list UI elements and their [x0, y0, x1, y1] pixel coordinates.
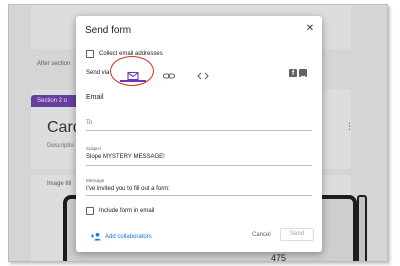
- collect-emails-row: Collect email addresses: [86, 49, 163, 58]
- twitter-icon[interactable]: [299, 69, 307, 80]
- link-icon: [162, 73, 176, 79]
- close-icon[interactable]: ✕: [305, 24, 315, 34]
- add-collaborators-label: Add collaborators: [105, 233, 152, 240]
- message-field[interactable]: Message I've invited you to fill out a f…: [86, 178, 312, 196]
- include-form-checkbox[interactable]: [86, 207, 94, 215]
- person-add-icon: [91, 232, 101, 241]
- subject-value: Slope MYSTERY MESSAGE!: [86, 154, 165, 160]
- message-label: Message: [86, 178, 105, 183]
- code-icon: [197, 72, 209, 80]
- message-value: I've invited you to fill out a form:: [86, 186, 170, 192]
- subject-field[interactable]: Subject Slope MYSTERY MESSAGE!: [86, 146, 312, 166]
- collect-emails-label: Collect email addresses: [99, 50, 163, 57]
- include-form-label: Include form in email: [99, 208, 155, 214]
- facebook-icon[interactable]: f: [289, 69, 297, 77]
- email-section-title: Email: [86, 94, 104, 101]
- selected-tab-indicator: [120, 80, 146, 82]
- cancel-button[interactable]: Cancel: [249, 230, 274, 240]
- tab-email[interactable]: [126, 68, 140, 81]
- send-via-row: Send via f: [86, 68, 314, 82]
- tab-link[interactable]: [162, 68, 176, 79]
- twitter-bird-icon: [300, 75, 306, 80]
- subject-label: Subject: [86, 146, 102, 151]
- dialog-title: Send form: [85, 25, 132, 36]
- tab-embed[interactable]: [196, 68, 210, 80]
- send-form-dialog: Send form ✕ Collect email addresses Send…: [76, 16, 322, 252]
- send-button[interactable]: Send: [280, 228, 314, 241]
- include-form-row: Include form in email: [86, 207, 154, 215]
- collect-emails-checkbox[interactable]: [86, 49, 94, 58]
- send-via-label: Send via: [86, 70, 110, 76]
- add-collaborators-button[interactable]: Add collaborators: [90, 232, 152, 241]
- to-placeholder: To: [86, 120, 93, 126]
- to-field[interactable]: To: [86, 118, 312, 131]
